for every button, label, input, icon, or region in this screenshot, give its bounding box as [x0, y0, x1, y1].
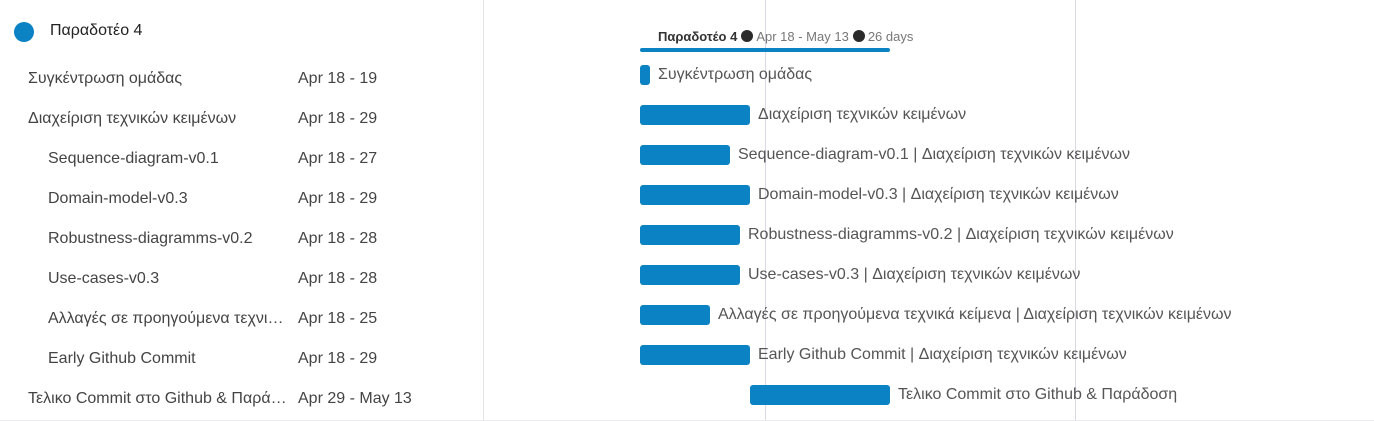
- task-dates: Apr 18 - 29: [298, 190, 378, 207]
- separator-dot-icon: [852, 30, 865, 42]
- task-bar[interactable]: [640, 185, 750, 205]
- summary-name: Παραδοτέο 4: [658, 29, 738, 44]
- task-dates: Apr 18 - 28: [298, 270, 378, 287]
- task-bar[interactable]: [640, 145, 730, 165]
- task-name[interactable]: Διαχείριση τεχνικών κειμένων: [28, 110, 288, 128]
- task-dates: Apr 18 - 28: [298, 230, 378, 247]
- group-summary-bar[interactable]: [640, 48, 890, 52]
- task-name[interactable]: Robustness-diagramms-v0.2: [48, 230, 286, 248]
- gantt-view: Παραδοτέο 4 Συγκέντρωση ομάδας Apr 18 - 1…: [0, 0, 1374, 421]
- task-dates: Apr 18 - 27: [298, 150, 378, 167]
- timeline-row: Early Github Commit | Διαχείριση τεχνικώ…: [484, 336, 1374, 376]
- group-row[interactable]: Παραδοτέο 4: [0, 12, 484, 52]
- task-name[interactable]: Domain-model-v0.3: [48, 190, 286, 208]
- task-name[interactable]: Sequence-diagram-v0.1: [48, 150, 286, 168]
- task-bar-label: Συγκέντρωση ομάδας: [658, 66, 813, 83]
- task-bar-label: Τελικο Commit στο Github & Παράδοση: [898, 386, 1178, 403]
- task-row[interactable]: Συγκέντρωση ομάδας Apr 18 - 19: [0, 60, 484, 100]
- group-name[interactable]: Παραδοτέο 4: [50, 22, 142, 40]
- task-bar-label: Domain-model-v0.3 | Διαχείριση τεχνικών …: [758, 186, 1119, 203]
- task-bar-label: Sequence-diagram-v0.1 | Διαχείριση τεχνι…: [738, 146, 1130, 163]
- task-bar[interactable]: [640, 265, 740, 285]
- task-dates: Apr 18 - 25: [298, 310, 378, 327]
- task-bar[interactable]: [640, 65, 650, 85]
- task-row[interactable]: Sequence-diagram-v0.1 Apr 18 - 27: [0, 140, 484, 180]
- timeline-row: Robustness-diagramms-v0.2 | Διαχείριση τ…: [484, 216, 1374, 256]
- timeline-row: Διαχείριση τεχνικών κειμένων: [484, 96, 1374, 136]
- task-bar-label: Early Github Commit | Διαχείριση τεχνικώ…: [758, 346, 1127, 363]
- task-row[interactable]: Use-cases-v0.3 Apr 18 - 28: [0, 260, 484, 300]
- task-row[interactable]: Διαχείριση τεχνικών κειμένων Apr 18 - 29: [0, 100, 484, 140]
- task-bar-label: Robustness-diagramms-v0.2 | Διαχείριση τ…: [748, 226, 1174, 243]
- summary-duration: 26 days: [867, 29, 914, 44]
- task-name[interactable]: Early Github Commit: [48, 350, 286, 368]
- task-bar[interactable]: [640, 305, 710, 325]
- timeline-row: Domain-model-v0.3 | Διαχείριση τεχνικών …: [484, 176, 1374, 216]
- task-bar[interactable]: [640, 345, 750, 365]
- task-grid: Παραδοτέο 4 Συγκέντρωση ομάδας Apr 18 - 1…: [0, 0, 484, 421]
- task-dates: Apr 18 - 29: [298, 350, 378, 367]
- task-name[interactable]: Συγκέντρωση ομάδας: [28, 70, 288, 88]
- summary-range: Apr 18 - May 13: [756, 29, 849, 44]
- task-bar[interactable]: [640, 225, 740, 245]
- task-row[interactable]: Domain-model-v0.3 Apr 18 - 29: [0, 180, 484, 220]
- task-row[interactable]: Τελικο Commit στο Github & Παράδοση Apr 2…: [0, 380, 484, 420]
- task-name[interactable]: Αλλαγές σε προηγούμενα τεχνικά κείμενα: [48, 310, 286, 328]
- task-dates: Apr 18 - 29: [298, 110, 378, 127]
- group-color-dot-icon: [14, 22, 34, 42]
- task-bar-label: Use-cases-v0.3 | Διαχείριση τεχνικών κει…: [748, 266, 1081, 283]
- group-summary-row[interactable]: Παραδοτέο 4 Apr 18 - May 13 26 days: [484, 26, 1374, 56]
- timeline-row: Τελικο Commit στο Github & Παράδοση: [484, 376, 1374, 416]
- task-bar-label: Διαχείριση τεχνικών κειμένων: [758, 106, 967, 123]
- separator-dot-icon: [741, 30, 754, 42]
- timeline-row: Συγκέντρωση ομάδας: [484, 56, 1374, 96]
- task-row[interactable]: Robustness-diagramms-v0.2 Apr 18 - 28: [0, 220, 484, 260]
- task-name[interactable]: Use-cases-v0.3: [48, 270, 286, 288]
- task-row[interactable]: Αλλαγές σε προηγούμενα τεχνικά κείμενα Ap…: [0, 300, 484, 340]
- timeline-row: Sequence-diagram-v0.1 | Διαχείριση τεχνι…: [484, 136, 1374, 176]
- task-name[interactable]: Τελικο Commit στο Github & Παράδοση: [28, 390, 288, 408]
- task-bar[interactable]: [750, 385, 890, 405]
- timeline-row: Αλλαγές σε προηγούμενα τεχνικά κείμενα |…: [484, 296, 1374, 336]
- group-summary-label: Παραδοτέο 4 Apr 18 - May 13 26 days: [658, 29, 913, 44]
- timeline-row: Use-cases-v0.3 | Διαχείριση τεχνικών κει…: [484, 256, 1374, 296]
- task-bar[interactable]: [640, 105, 750, 125]
- task-dates: Apr 29 - May 13: [298, 390, 412, 407]
- task-bar-label: Αλλαγές σε προηγούμενα τεχνικά κείμενα |…: [718, 306, 1232, 323]
- timeline-panel: Παραδοτέο 4 Apr 18 - May 13 26 days Συγκέν…: [484, 0, 1374, 421]
- task-row[interactable]: Early Github Commit Apr 18 - 29: [0, 340, 484, 380]
- task-dates: Apr 18 - 19: [298, 70, 378, 87]
